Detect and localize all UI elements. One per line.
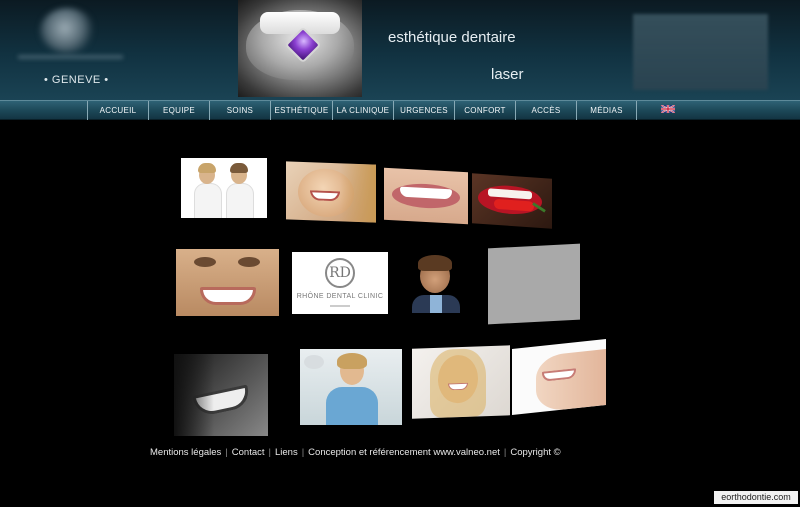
nav-item-urgences[interactable]: Urgences <box>393 101 454 120</box>
lips-smile-photo-tile[interactable] <box>384 167 468 225</box>
nav-item-confort[interactable]: Confort <box>454 101 515 120</box>
uk-flag-icon[interactable] <box>661 105 675 113</box>
nav-item-esthetique[interactable]: Esthétique <box>270 101 332 120</box>
header-blurred-banner <box>633 14 768 90</box>
nav-item-acces[interactable]: Accès <box>515 101 576 120</box>
assistant-photo-tile[interactable] <box>300 349 402 425</box>
nav-item-accueil[interactable]: Accueil <box>87 101 148 120</box>
smile-profile-photo-tile[interactable] <box>512 339 606 415</box>
tagline-aesthetic: esthétique dentaire <box>388 29 516 46</box>
tagline-laser: laser <box>491 66 524 83</box>
logo-wordmark-blurred <box>18 55 123 59</box>
city-label: • GENEVE • <box>44 74 109 86</box>
footer-link-contact[interactable]: Contact <box>232 447 265 458</box>
blank-gray-tile[interactable] <box>488 243 580 325</box>
main-nav: Accueil Equipe Soins Esthétique La clini… <box>0 100 800 120</box>
footer-link-legal[interactable]: Mentions légales <box>150 447 221 458</box>
rd-monogram-icon: RD <box>325 258 355 288</box>
footer-link-credits[interactable]: Conception et référencement www.valneo.n… <box>308 447 500 458</box>
clinic-logo-icon[interactable] <box>40 8 95 53</box>
header-mouth-photo <box>238 0 362 97</box>
nav-item-la-clinique[interactable]: La clinique <box>332 101 393 120</box>
site-footer: Mentions légales | Contact | Liens | Conceptio… <box>150 447 561 458</box>
nav-item-soins[interactable]: Soins <box>209 101 270 120</box>
blonde-woman-photo-tile[interactable] <box>412 345 510 419</box>
team-photo-tile[interactable] <box>181 158 267 218</box>
site-watermark: eorthodontie.com <box>714 491 798 504</box>
nav-item-medias[interactable]: Médias <box>576 101 637 120</box>
clinic-logo-tile[interactable]: RD RHÔNE DENTAL CLINIC <box>292 252 388 314</box>
nav-item-equipe[interactable]: Equipe <box>148 101 209 120</box>
clinic-logo-text: RHÔNE DENTAL CLINIC <box>296 293 384 300</box>
footer-link-links[interactable]: Liens <box>275 447 298 458</box>
site-header: • GENEVE • esthétique dentaire laser <box>0 0 800 100</box>
dentist-portrait-photo-tile[interactable] <box>404 253 468 313</box>
woman-smile-closeup-photo-tile[interactable] <box>176 249 279 316</box>
bw-smile-photo-tile[interactable] <box>174 354 268 436</box>
smiling-woman-photo-tile[interactable] <box>286 161 376 223</box>
red-lips-pepper-photo-tile[interactable] <box>472 173 552 229</box>
footer-copyright: Copyright © <box>510 447 561 458</box>
